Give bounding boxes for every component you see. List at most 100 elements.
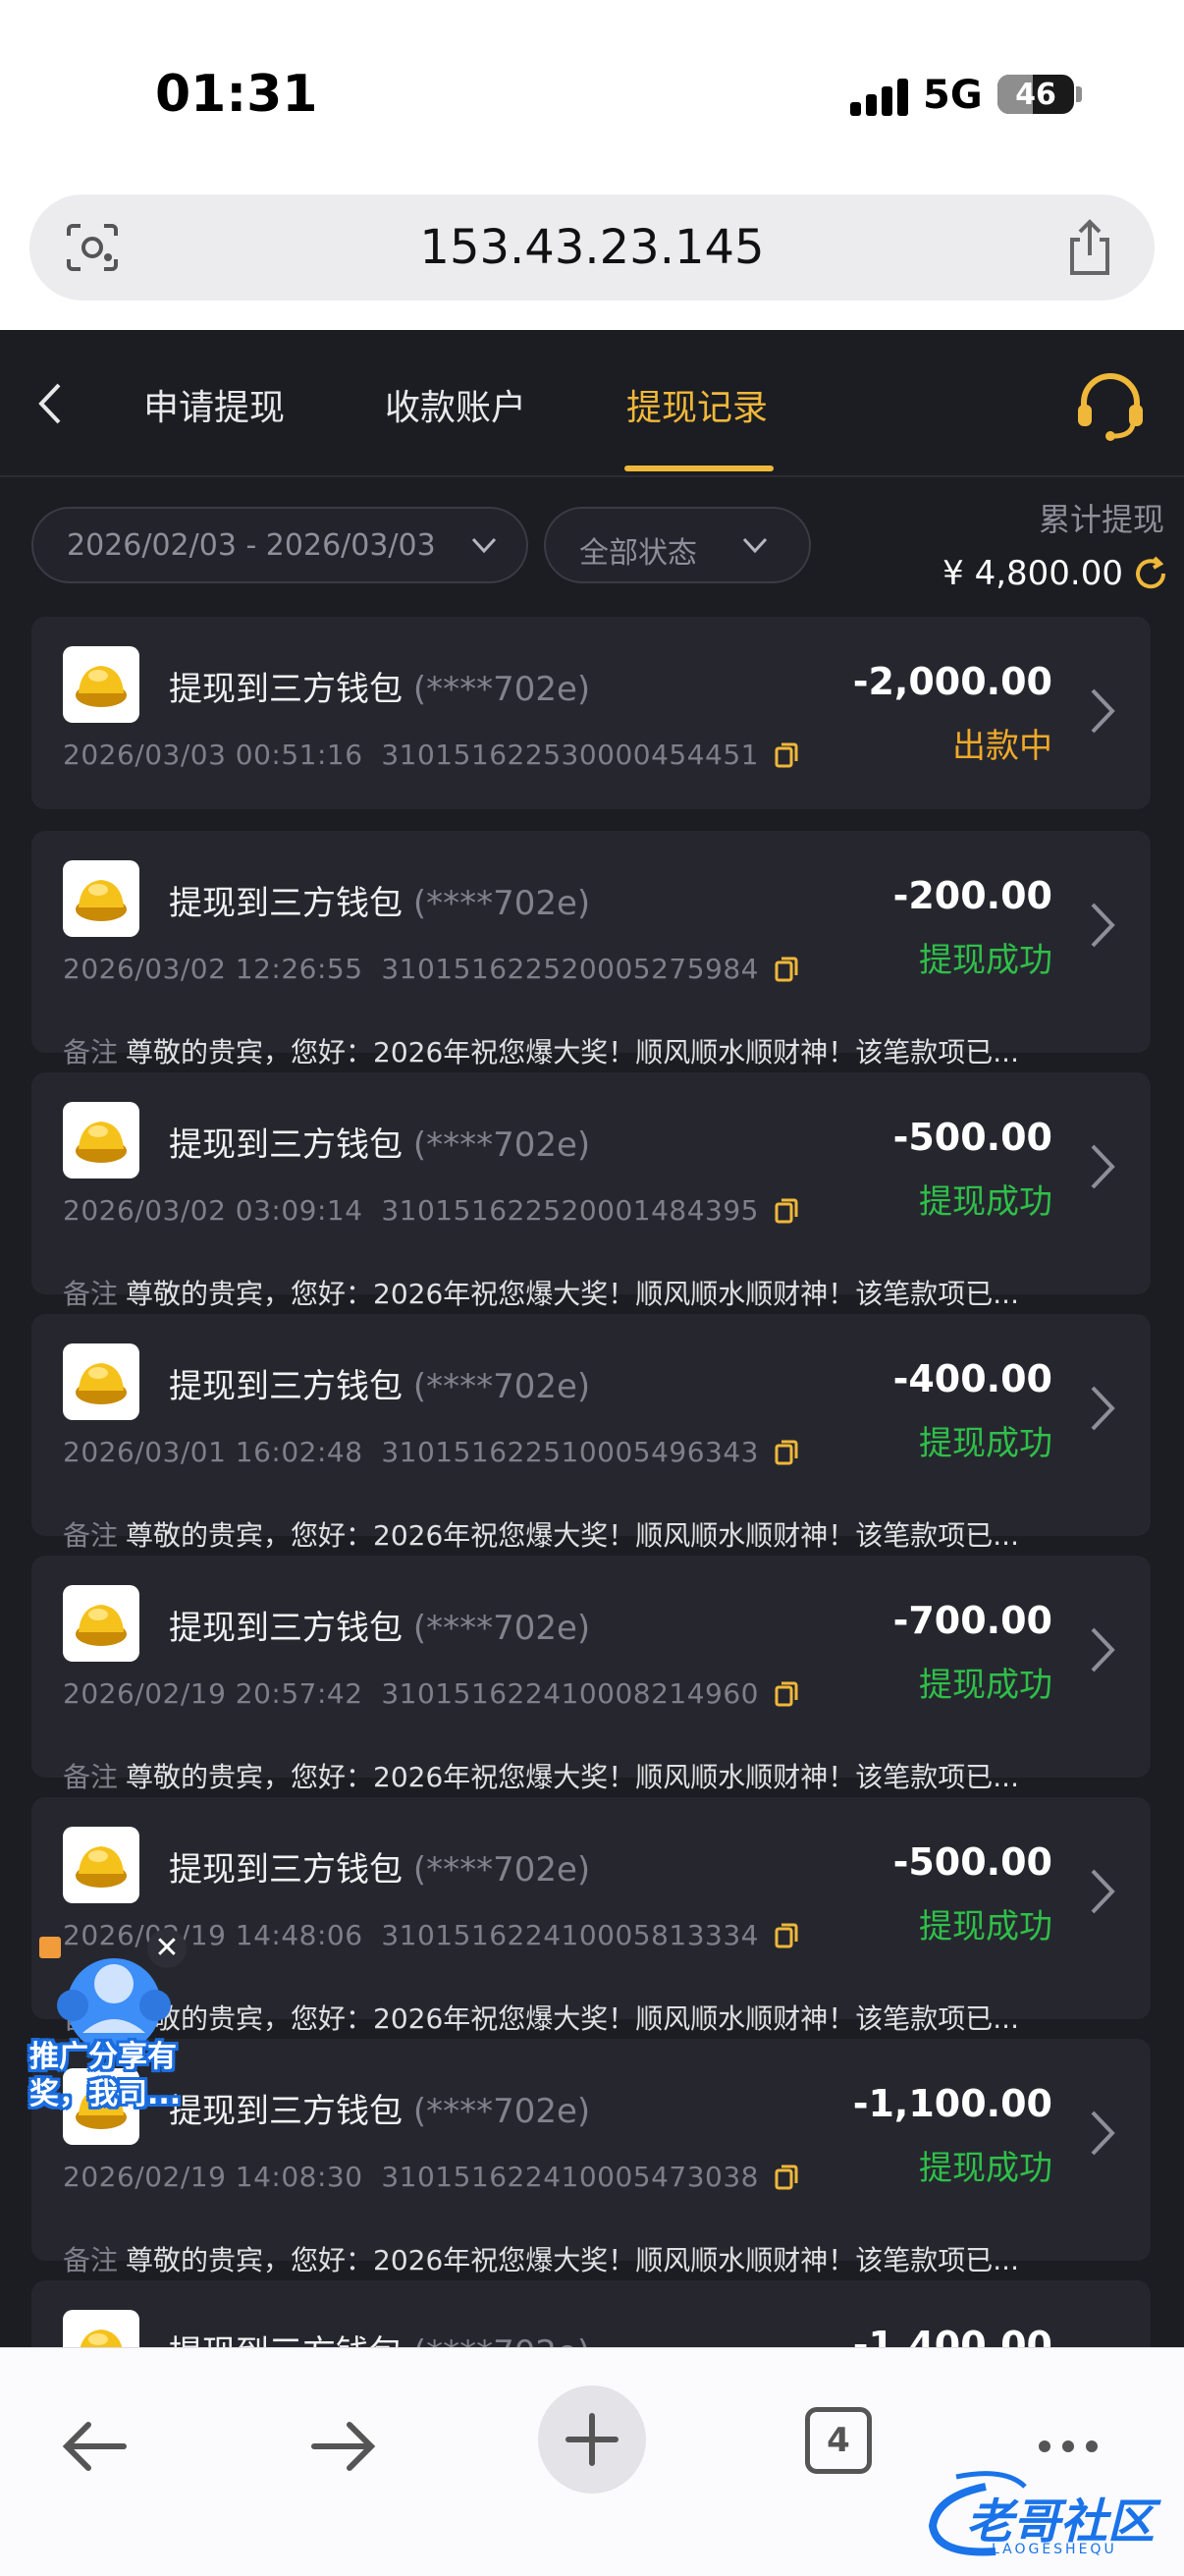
record-remark: 备注尊敬的贵宾，您好：2026年祝您爆大奖！顺风顺水顺财神！该笔款项已... (63, 1514, 1019, 1554)
record-time: 2026/02/19 20:57:42 (63, 1677, 363, 1710)
chevron-right-icon[interactable] (1088, 1383, 1117, 1434)
record-title: 提现到三方钱包 (****702e) (169, 1359, 590, 1407)
nav-back-icon[interactable] (55, 2407, 134, 2486)
record-title-text: 提现到三方钱包 (169, 884, 403, 923)
gold-ingot-icon (63, 1827, 139, 1903)
record-card[interactable]: 提现到三方钱包 (****702e) 2026/02/19 20:57:42 31… (31, 1556, 1151, 1793)
record-amount: -400.00 (892, 1357, 1052, 1400)
record-remark: 备注尊敬的贵宾，您好：2026年祝您爆大奖！顺风顺水顺财神！该笔款项已... (63, 1031, 1019, 1070)
record-title-text: 提现到三方钱包 (169, 670, 403, 709)
record-order-no: 310151622520001484395 (381, 1194, 759, 1227)
record-card[interactable]: 提现到三方钱包 (****702e) 2026/03/01 16:02:48 31… (31, 1314, 1151, 1552)
active-tab-indicator (624, 466, 774, 471)
status-filter[interactable]: 全部状态 (544, 507, 811, 583)
record-title: 提现到三方钱包 (****702e) (169, 662, 590, 710)
remark-text: 尊敬的贵宾，您好：2026年祝您爆大奖！顺风顺水顺财神！该笔款项已... (126, 2002, 1019, 2035)
copy-icon[interactable] (775, 2165, 798, 2190)
copy-icon[interactable] (775, 1440, 798, 1465)
back-chevron-icon[interactable] (29, 379, 73, 428)
network-type: 5G (923, 73, 983, 118)
record-account: (****702e) (412, 884, 591, 923)
copy-icon[interactable] (775, 742, 798, 768)
record-title: 提现到三方钱包 (****702e) (169, 876, 590, 924)
record-account: (****702e) (412, 1609, 591, 1648)
gold-ingot-icon (63, 1102, 139, 1178)
total-withdraw-value: ¥ 4,800.00 (942, 554, 1123, 593)
record-meta: 2026/02/19 20:57:42 31015162241000821496… (63, 1677, 798, 1710)
address-bar[interactable]: 153.43.23.145 (29, 194, 1155, 301)
record-title-text: 提现到三方钱包 (169, 1367, 403, 1406)
date-range-filter[interactable]: 2026/02/03 - 2026/03/03 (31, 507, 528, 583)
record-order-no: 310151622520005275984 (381, 953, 759, 985)
tab-withdraw-records[interactable]: 提现记录 (626, 379, 768, 430)
tab-apply-withdraw[interactable]: 申请提现 (143, 379, 285, 430)
remark-text: 尊敬的贵宾，您好：2026年祝您爆大奖！顺风顺水顺财神！该笔款项已... (126, 1036, 1019, 1069)
gold-ingot-icon (63, 1585, 139, 1662)
record-amount: -500.00 (892, 1116, 1052, 1159)
record-card[interactable]: 提现到三方钱包 (****702e) 2026/03/03 00:51:16 31… (31, 617, 1151, 809)
record-meta: 2026/03/02 12:26:55 31015162252000527598… (63, 953, 798, 985)
chevron-down-icon (742, 537, 768, 554)
chevron-right-icon[interactable] (1088, 1141, 1117, 1192)
chevron-right-icon[interactable] (1088, 1624, 1117, 1675)
chevron-right-icon[interactable] (1088, 900, 1117, 951)
app-header: 申请提现 收款账户 提现记录 (0, 330, 1184, 477)
new-tab-button[interactable] (538, 2385, 646, 2494)
copy-icon[interactable] (775, 1923, 798, 1948)
record-title: 提现到三方钱包 (****702e) (169, 2084, 590, 2132)
remark-text: 尊敬的贵宾，您好：2026年祝您爆大奖！顺风顺水顺财神！该笔款项已... (126, 1761, 1019, 1793)
refresh-icon[interactable] (1131, 554, 1170, 593)
chevron-right-icon[interactable] (1088, 685, 1117, 737)
record-order-no: 310151622410008214960 (381, 1677, 759, 1710)
chevron-right-icon[interactable] (1088, 2108, 1117, 2159)
copy-icon[interactable] (775, 957, 798, 982)
share-icon[interactable] (1064, 218, 1115, 277)
record-title-text: 提现到三方钱包 (169, 1609, 403, 1648)
gold-ingot-icon (63, 860, 139, 937)
record-status: 提现成功 (919, 1424, 1052, 1463)
record-card[interactable]: 提现到三方钱包 (****702e) 2026/03/02 03:09:14 31… (31, 1072, 1151, 1310)
url-text[interactable]: 153.43.23.145 (29, 220, 1155, 275)
record-remark: 备注尊敬的贵宾，您好：2026年祝您爆大奖！顺风顺水顺财神！该笔款项已... (63, 2239, 1019, 2278)
record-amount: -1,100.00 (852, 2082, 1052, 2125)
cellular-signal-icon (850, 77, 909, 116)
headset-support-icon[interactable] (1074, 369, 1147, 442)
browser-chrome-top: 01:31 5G 46 153.43.23.145 (0, 0, 1184, 330)
record-order-no: 310151622410005473038 (381, 2161, 759, 2193)
promo-close-button[interactable]: ✕ (147, 1929, 187, 1968)
copy-icon[interactable] (775, 1198, 798, 1224)
battery-percent: 46 (1015, 78, 1056, 112)
remark-label: 备注 (63, 1036, 119, 1069)
record-card[interactable]: 提现到三方钱包 (****702e) 2026/03/02 12:26:55 31… (31, 831, 1151, 1069)
watermark-subtext: LAOGESHEQU (992, 2542, 1117, 2557)
record-title-text: 提现到三方钱包 (169, 1125, 403, 1165)
record-account: (****702e) (412, 1850, 591, 1890)
tabs-icon[interactable]: 4 (805, 2407, 872, 2474)
remark-text: 尊敬的贵宾，您好：2026年祝您爆大奖！顺风顺水顺财神！该笔款项已... (126, 2244, 1019, 2276)
record-order-no: 310151622510005496343 (381, 1436, 759, 1468)
remark-text: 尊敬的贵宾，您好：2026年祝您爆大奖！顺风顺水顺财神！该笔款项已... (126, 1278, 1019, 1310)
record-amount: -200.00 (892, 874, 1052, 917)
record-order-no: 310151622530000454451 (381, 739, 759, 771)
tab-payee-account[interactable]: 收款账户 (385, 379, 526, 430)
plus-icon (565, 2413, 619, 2466)
date-range-text: 2026/02/03 - 2026/03/03 (67, 528, 436, 563)
record-remark: 备注尊敬的贵宾，您好：2026年祝您爆大奖！顺风顺水顺财神！该笔款项已... (63, 1273, 1019, 1312)
record-remark: 备注尊敬的贵宾，您好：2026年祝您爆大奖！顺风顺水顺财神！该笔款项已... (63, 1998, 1019, 2037)
chevron-right-icon[interactable] (1088, 1866, 1117, 1917)
record-title: 提现到三方钱包 (****702e) (169, 1118, 590, 1166)
record-amount: -2,000.00 (852, 660, 1052, 703)
record-status: 出款中 (952, 727, 1052, 766)
record-status: 提现成功 (919, 1182, 1052, 1222)
copy-icon[interactable] (775, 1681, 798, 1707)
nav-forward-icon[interactable] (304, 2407, 383, 2486)
gold-ingot-icon (63, 1343, 139, 1420)
record-status: 提现成功 (919, 2149, 1052, 2188)
record-meta: 2026/03/01 16:02:48 31015162251000549634… (63, 1436, 798, 1468)
record-meta: 2026/02/19 14:08:30 31015162241000547303… (63, 2161, 798, 2193)
record-time: 2026/02/19 14:08:30 (63, 2161, 363, 2193)
promo-text[interactable]: 推广分享有奖，我司... (29, 2039, 206, 2113)
chevron-down-icon (471, 537, 497, 554)
total-withdraw-label: 累计提现 (1038, 501, 1164, 538)
record-status: 提现成功 (919, 1907, 1052, 1946)
